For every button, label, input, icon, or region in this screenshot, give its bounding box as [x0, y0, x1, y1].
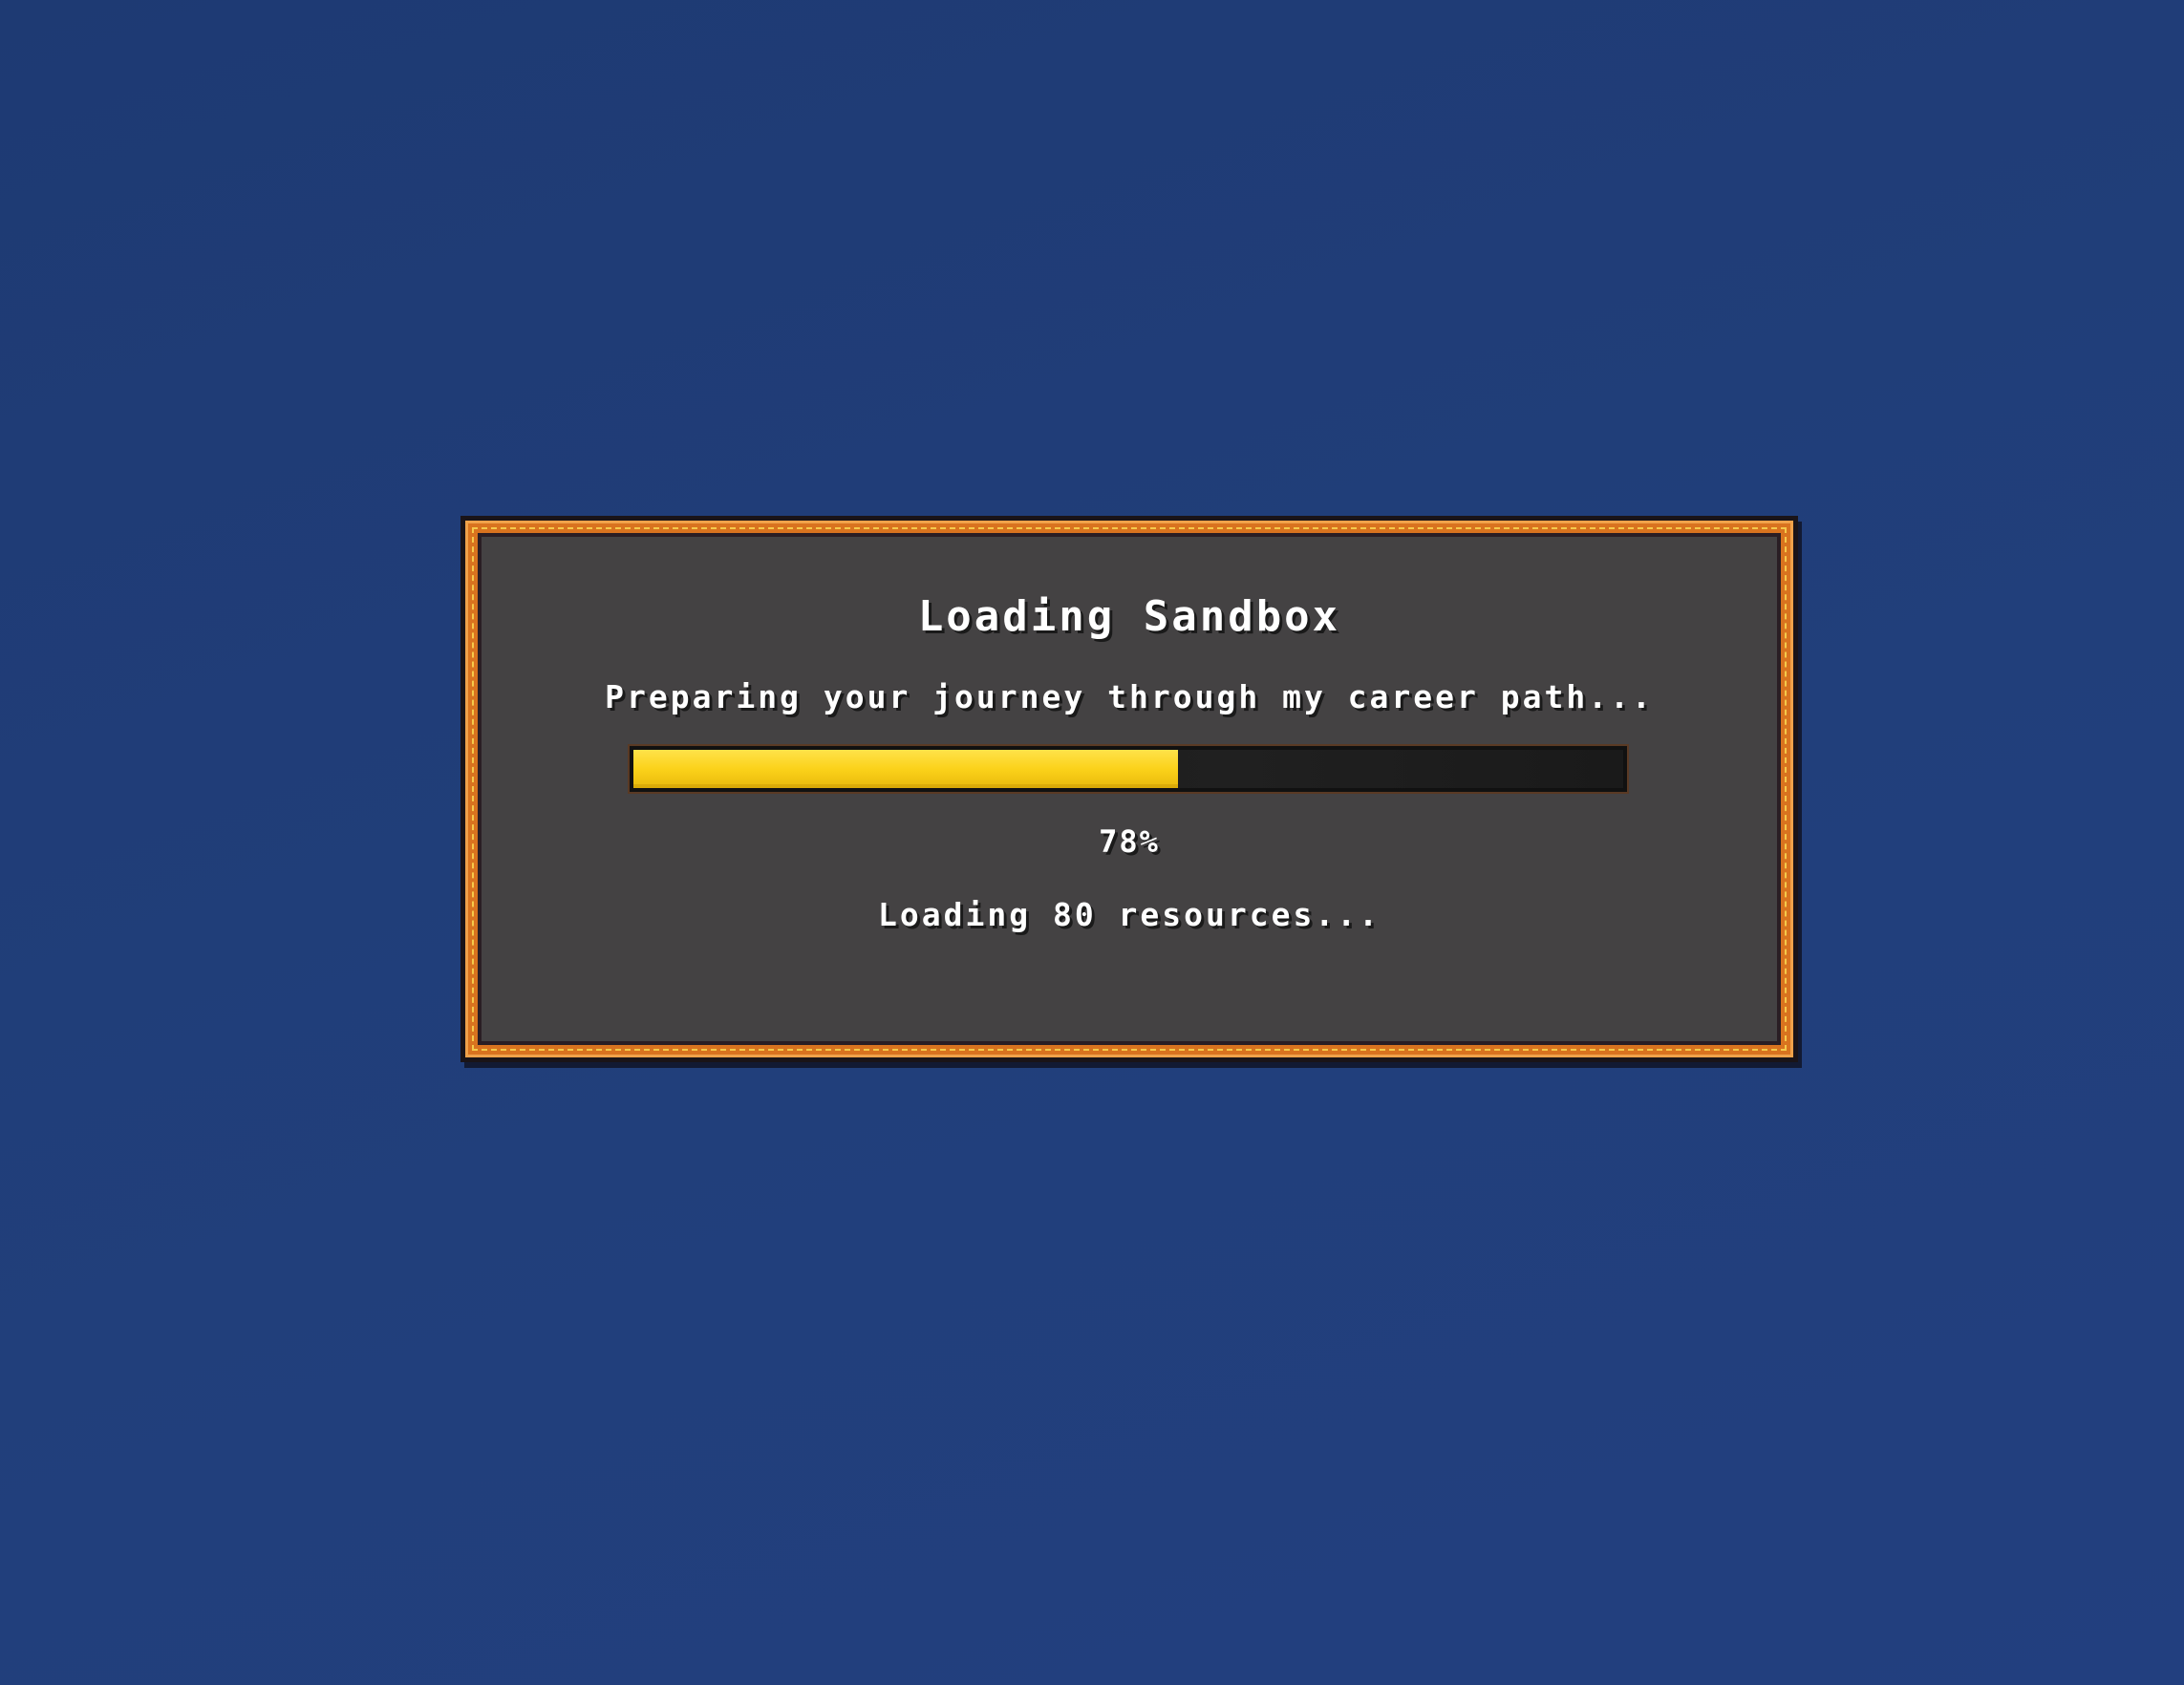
- loading-status: Loading 80 resources...: [878, 896, 1381, 933]
- progress-bar-fill: [633, 750, 1178, 788]
- loading-subtitle: Preparing your journey through my career…: [605, 678, 1654, 715]
- progress-bar: [628, 744, 1629, 794]
- loading-title: Loading Sandbox: [917, 592, 1341, 641]
- dialog-body: Loading Sandbox Preparing your journey t…: [478, 533, 1781, 1045]
- progress-percent: 78%: [1099, 823, 1160, 860]
- loading-dialog: Loading Sandbox Preparing your journey t…: [460, 516, 1798, 1062]
- dialog-frame: Loading Sandbox Preparing your journey t…: [465, 521, 1793, 1057]
